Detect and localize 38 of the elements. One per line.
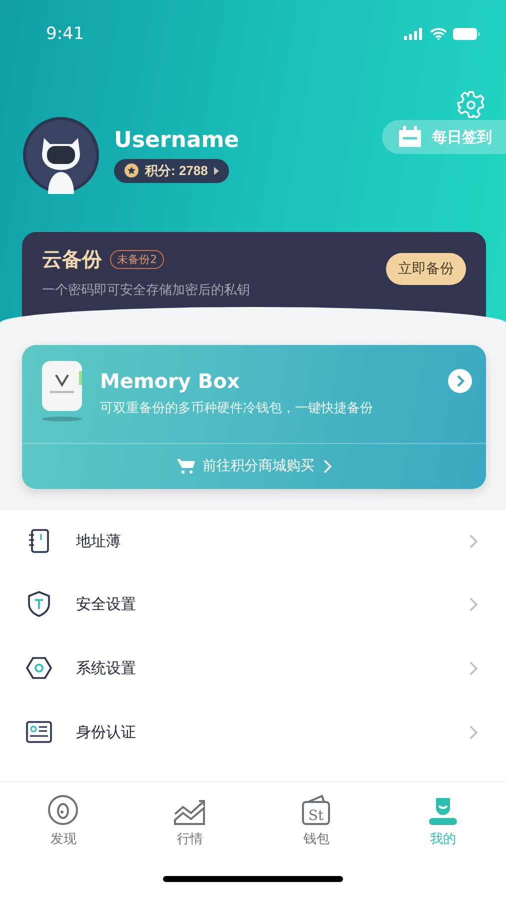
chevron-circle-icon[interactable]	[448, 369, 472, 393]
hexagon-icon	[26, 656, 52, 680]
backup-now-button[interactable]: 立即备份	[386, 252, 466, 284]
cart-icon	[176, 458, 194, 474]
points-button[interactable]: 积分: 2788	[114, 158, 229, 182]
wifi-icon	[430, 28, 447, 40]
address-book-icon	[26, 528, 52, 554]
cloud-backup-description: 一个密码即可安全存储加密后的私钥	[42, 282, 251, 299]
backup-count-badge: 未备份2	[110, 250, 164, 269]
menu-item[interactable]: 系统设置	[0, 636, 506, 700]
tab[interactable]: St 钱包	[276, 792, 356, 848]
menu-item[interactable]: 地址薄	[0, 510, 506, 572]
shield-icon	[26, 590, 52, 618]
chevron-icon	[469, 660, 478, 676]
calendar-icon	[398, 126, 422, 148]
tab[interactable]: 行情	[150, 792, 230, 848]
person-icon	[428, 796, 458, 826]
menu-item[interactable]: 身份认证	[0, 700, 506, 764]
chevron-icon	[469, 596, 478, 612]
tab[interactable]: 发现	[23, 792, 104, 848]
battery-icon	[453, 28, 480, 40]
username: Username	[114, 128, 240, 152]
status-time: 9:41	[46, 24, 84, 44]
menu-item[interactable]: 安全设置	[0, 572, 506, 636]
product-title: Memory Box	[100, 369, 241, 393]
chevron-icon	[469, 534, 478, 548]
cloud-backup-title: 云备份	[42, 246, 102, 273]
product-description: 可双重备份的多币种硬件冷钱包，一键快捷备份	[100, 400, 374, 417]
avatar[interactable]	[22, 116, 100, 194]
signal-icon	[404, 28, 424, 40]
settings-icon[interactable]	[456, 90, 486, 120]
id-card-icon	[26, 721, 52, 743]
chevron-icon	[469, 724, 478, 740]
compass-icon	[47, 794, 80, 826]
device-icon	[40, 361, 84, 423]
star-coin-icon	[124, 163, 139, 178]
caret-icon	[214, 166, 219, 174]
chevron-icon	[322, 458, 332, 474]
